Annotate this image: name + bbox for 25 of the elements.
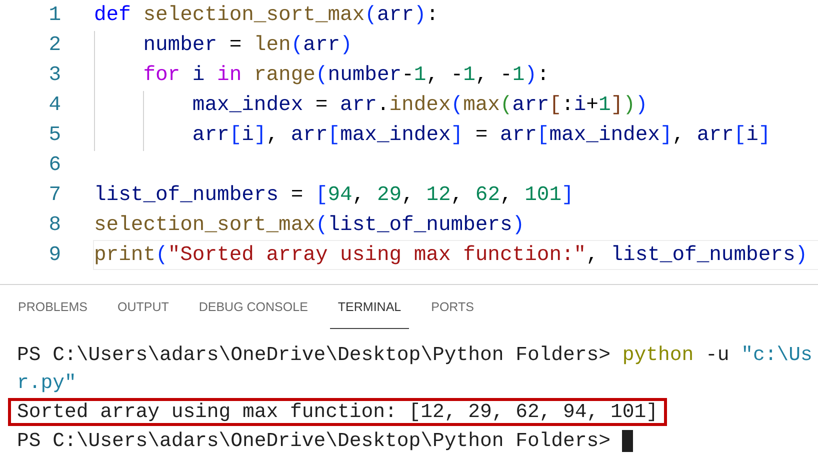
line-number: 8	[48, 214, 61, 236]
terminal-line: PS C:\Users\adars\OneDrive\Desktop\Python Folders> python -u "c:\Us	[16, 343, 814, 368]
panel-tab[interactable]: TERMINAL	[330, 285, 410, 329]
line-number: 9	[48, 244, 61, 266]
code-line: def selection_sort_max(arr):	[93, 3, 440, 29]
code-line: arr[i], arr[max_index] = arr[max_index], arr[i]	[93, 120, 818, 150]
line-number: 6	[48, 154, 61, 176]
panel-tab[interactable]: OUTPUT	[109, 285, 177, 329]
terminal-line: PS C:\Users\adars\OneDrive\Desktop\Python Folders>	[8, 427, 642, 455]
line-number: 4	[48, 94, 61, 116]
current-code-line: print("Sorted array using max function:", list_of_numbers)	[93, 240, 818, 270]
line-number: 5	[48, 124, 61, 146]
code-line: max_index = arr.index(max(arr[:i+1]))	[93, 90, 818, 120]
code-line: list_of_numbers = [94, 29, 12, 62, 101]	[93, 183, 575, 209]
terminal-line: r.py"	[16, 371, 78, 396]
panel-tab[interactable]: PORTS	[423, 285, 482, 329]
code-line: number = len(arr)	[93, 30, 818, 60]
code-line: for i in range(number-1, -1, -1):	[93, 60, 818, 90]
panel-tab[interactable]: PROBLEMS	[10, 285, 96, 329]
line-number: 3	[48, 64, 61, 86]
line-number: 2	[48, 34, 61, 56]
code-line: selection_sort_max(list_of_numbers)	[93, 213, 526, 239]
line-number: 7	[48, 184, 61, 206]
line-number: 1	[48, 4, 61, 26]
panel-tab[interactable]: DEBUG CONSOLE	[190, 285, 316, 329]
